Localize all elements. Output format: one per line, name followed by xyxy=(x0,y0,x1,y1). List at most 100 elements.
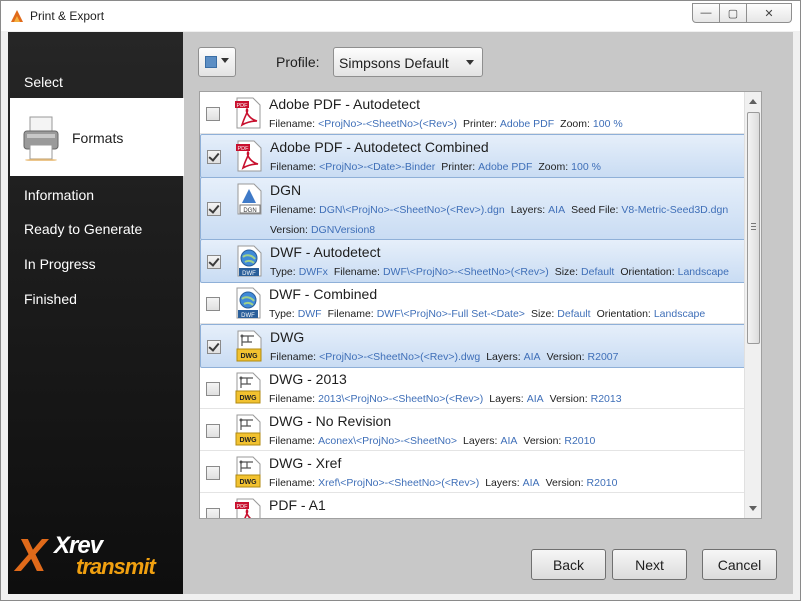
printer-icon xyxy=(23,116,59,161)
svg-text:DWF: DWF xyxy=(242,271,256,277)
format-row[interactable]: DWG DWG - Xref Filename: Xref\<ProjNo>-<She… xyxy=(200,451,758,493)
svg-text:DWG: DWG xyxy=(240,353,258,360)
wizard-sidebar: Select Formats Information Ready to Gene… xyxy=(8,32,193,594)
format-row[interactable]: PDF PDF - A1 xyxy=(200,493,758,518)
format-checkbox[interactable] xyxy=(206,424,220,438)
format-row[interactable]: DWG DWG - 2013 Filename: 2013\<ProjNo>-<She… xyxy=(200,367,758,409)
format-details: Filename: <ProjNo>-<SheetNo>(<Rev>) Printe… xyxy=(269,118,629,130)
scroll-up-arrow-icon[interactable] xyxy=(749,99,757,104)
detail-key: Filename: xyxy=(270,351,317,363)
detail-key: Filename: xyxy=(269,393,316,405)
dwg-icon: DWG xyxy=(234,330,264,362)
format-title: DWG - No Revision xyxy=(269,413,392,429)
title-bar[interactable]: Print & Export — ▢ ✕ xyxy=(1,1,800,31)
detail-value: Adobe PDF xyxy=(478,161,533,173)
detail-key: Version: xyxy=(545,477,584,489)
format-row[interactable]: DWF DWF - Combined Type: DWF Filename: DWF\<P… xyxy=(200,282,758,324)
format-checkbox[interactable] xyxy=(207,202,221,216)
format-row[interactable]: DWF DWF - Autodetect Type: DWFx Filename: DWF… xyxy=(200,239,758,283)
detail-value: DGN\<ProjNo>-<SheetNo>(<Rev>).dgn xyxy=(319,204,505,216)
sidebar-item-finished[interactable]: Finished xyxy=(24,291,77,307)
sidebar-item-formats[interactable]: Formats xyxy=(10,98,193,176)
format-row[interactable]: PDF Adobe PDF - Autodetect Filename: <ProjN… xyxy=(200,92,758,134)
cancel-button[interactable]: Cancel xyxy=(702,549,777,580)
svg-text:DWG: DWG xyxy=(239,395,257,402)
chevron-down-icon xyxy=(221,58,229,63)
next-button[interactable]: Next xyxy=(612,549,687,580)
scroll-thumb[interactable] xyxy=(747,112,760,344)
detail-key: Printer: xyxy=(463,118,497,130)
detail-value: Xref\<ProjNo>-<SheetNo>(<Rev>) xyxy=(318,477,480,489)
select-all-dropdown[interactable] xyxy=(198,47,236,77)
detail-key: Filename: xyxy=(270,161,317,173)
sidebar-item-select[interactable]: Select xyxy=(24,74,63,90)
detail-value: R2013 xyxy=(590,393,622,405)
detail-value: AIA xyxy=(548,204,566,216)
format-checkbox[interactable] xyxy=(207,150,221,164)
sidebar-item-in-progress[interactable]: In Progress xyxy=(24,256,96,272)
format-checkbox[interactable] xyxy=(206,508,220,518)
detail-value: AIA xyxy=(500,435,518,447)
svg-text:DWG: DWG xyxy=(239,437,257,444)
format-details: Type: DWFx Filename: DWF\<ProjNo>-<SheetNo>… xyxy=(270,266,735,278)
detail-key: Size: xyxy=(530,308,555,320)
sidebar-item-ready-to-generate[interactable]: Ready to Generate xyxy=(24,221,142,237)
detail-key: Type: xyxy=(269,308,295,320)
svg-text:PDF: PDF xyxy=(237,103,249,109)
format-row[interactable]: DGN DGN Filename: DGN\<ProjNo>-<SheetNo>(<R… xyxy=(200,177,758,240)
xrev-transmit-logo: X Xrev transmit xyxy=(16,524,176,586)
detail-key: Filename: xyxy=(327,308,374,320)
restore-button[interactable]: ▢ xyxy=(720,3,747,23)
format-checkbox[interactable] xyxy=(206,297,220,311)
format-checkbox[interactable] xyxy=(207,255,221,269)
chevron-down-icon xyxy=(466,60,474,65)
detail-value: Default xyxy=(557,308,591,320)
format-title: DWG xyxy=(270,329,305,345)
formats-list[interactable]: PDF Adobe PDF - Autodetect Filename: <ProjN… xyxy=(199,91,762,519)
format-row[interactable]: DWG DWG Filename: <ProjNo>-<SheetNo>(<Rev>)… xyxy=(200,324,758,368)
close-button[interactable]: ✕ xyxy=(747,3,792,23)
detail-key: Layers: xyxy=(489,393,524,405)
detail-value: R2010 xyxy=(564,435,596,447)
svg-text:DWF: DWF xyxy=(241,313,255,319)
format-checkbox[interactable] xyxy=(207,340,221,354)
format-title: Adobe PDF - Autodetect xyxy=(269,96,420,112)
logo-mark: X xyxy=(16,529,47,581)
detail-value: <ProjNo>-<SheetNo>(<Rev>) xyxy=(318,118,458,130)
svg-text:PDF: PDF xyxy=(238,146,250,152)
format-checkbox[interactable] xyxy=(206,382,220,396)
format-details: Type: DWF Filename: DWF\<ProjNo>-Full Set-<… xyxy=(269,308,711,320)
detail-value: DWF\<ProjNo>-Full Set-<Date> xyxy=(376,308,525,320)
detail-value: <ProjNo>-<Date>-Binder xyxy=(319,161,436,173)
sidebar-item-information[interactable]: Information xyxy=(24,187,94,203)
format-row[interactable]: DWG DWG - No Revision Filename: Aconex\<Pro… xyxy=(200,409,758,451)
format-checkbox[interactable] xyxy=(206,466,220,480)
detail-value: DWFx xyxy=(298,266,328,278)
back-button[interactable]: Back xyxy=(531,549,606,580)
detail-value: DWF xyxy=(297,308,322,320)
detail-key: Size: xyxy=(554,266,579,278)
minimize-button[interactable]: — xyxy=(692,3,720,23)
print-export-window: Print & Export — ▢ ✕ Select Formats Info… xyxy=(0,0,801,601)
svg-text:DWG: DWG xyxy=(239,479,257,486)
list-scrollbar[interactable] xyxy=(744,92,761,518)
format-row[interactable]: PDF Adobe PDF - Autodetect Combined Filena… xyxy=(200,134,758,178)
detail-value: Landscape xyxy=(677,266,729,278)
dwf-icon: DWF xyxy=(234,245,264,277)
profile-value: Simpsons Default xyxy=(339,55,449,71)
detail-key: Zoom: xyxy=(560,118,590,130)
profile-select[interactable]: Simpsons Default xyxy=(333,47,483,77)
format-details: Filename: DGN\<ProjNo>-<SheetNo>(<Rev>).d… xyxy=(270,204,734,216)
scroll-down-arrow-icon[interactable] xyxy=(749,506,757,511)
pdf-icon: PDF xyxy=(233,97,263,129)
format-details: Filename: Xref\<ProjNo>-<SheetNo>(<Rev>) L… xyxy=(269,477,623,489)
svg-text:DGN: DGN xyxy=(243,208,256,214)
logo-text-transmit: transmit xyxy=(76,554,156,579)
format-title: DWF - Combined xyxy=(269,286,378,302)
app-icon xyxy=(11,10,23,22)
format-checkbox[interactable] xyxy=(206,107,220,121)
wizard-frame: Select Formats Information Ready to Gene… xyxy=(8,32,793,594)
window-title: Print & Export xyxy=(30,9,105,23)
select-all-checkbox-icon xyxy=(205,56,217,68)
format-details: Version: DGNVersion8 xyxy=(270,224,381,236)
